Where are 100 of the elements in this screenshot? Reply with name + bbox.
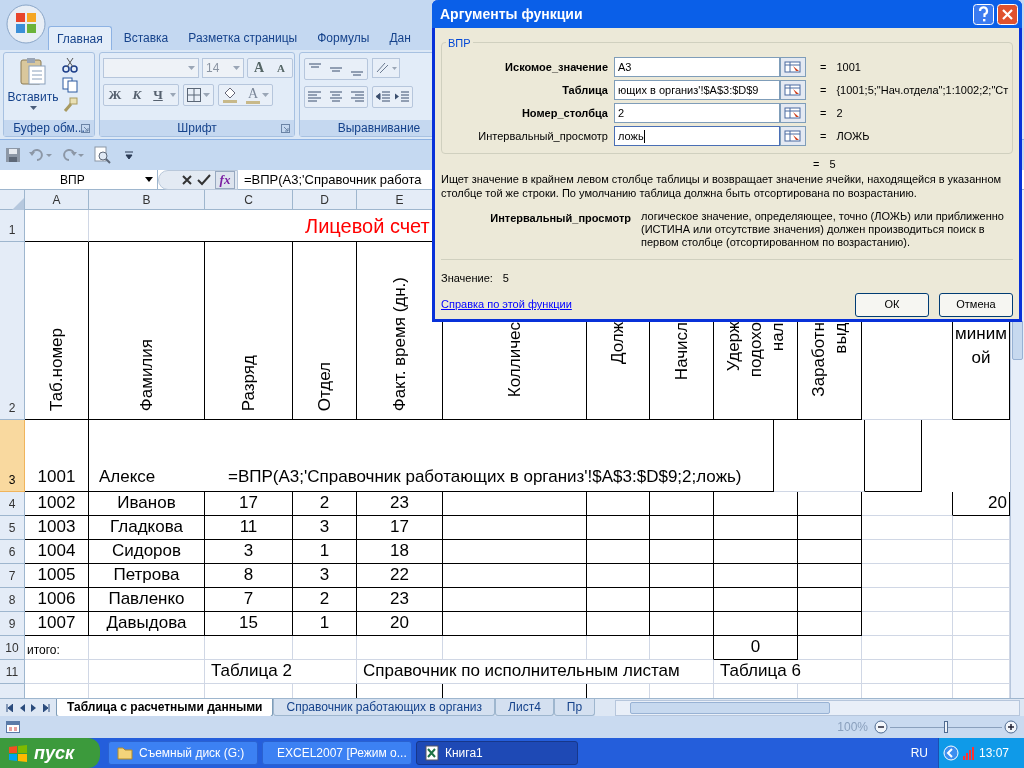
align-center-icon[interactable] <box>328 89 344 105</box>
start-button[interactable]: пуск <box>0 738 100 768</box>
input-field[interactable]: ложь <box>614 126 780 146</box>
row-header[interactable]: 11 <box>0 660 25 684</box>
column-heading: Долж <box>607 322 628 365</box>
argument-help-text: логическое значение, определяющее, точно (ЛОЖЬ) или приближенно (ИСТИНА или отсутствие значения) должен производиться поиск в первом столбце (отсортированном по возрастанию). <box>641 210 1005 249</box>
row-header[interactable]: 3 <box>0 420 25 492</box>
italic-button[interactable]: К <box>126 85 148 105</box>
range-select-icon[interactable] <box>780 57 806 77</box>
horizontal-scrollbar[interactable] <box>615 699 1020 716</box>
taskbar-item[interactable]: Книга1 <box>416 741 578 765</box>
row-header[interactable]: 9 <box>0 612 25 636</box>
ribbon-tab[interactable]: Главная <box>48 26 112 50</box>
insert-function-button[interactable]: fx <box>215 170 235 189</box>
input-field[interactable]: 2 <box>614 103 780 123</box>
grow-font-button[interactable]: A <box>248 59 270 77</box>
sheet-tab[interactable]: Лист4 <box>495 698 554 716</box>
paste-button[interactable]: Вставить <box>5 56 61 110</box>
show-hidden-icons-icon[interactable] <box>943 745 959 761</box>
range-select-icon[interactable] <box>780 126 806 146</box>
column-header[interactable]: A <box>25 190 89 210</box>
ribbon-tab[interactable]: Вставка <box>115 26 177 50</box>
print-preview-icon[interactable] <box>93 146 111 164</box>
column-heading: Фамилия <box>135 338 157 411</box>
cancel-button[interactable]: Отмена <box>939 292 1013 317</box>
increase-indent-icon[interactable] <box>394 89 410 105</box>
row-header[interactable]: 2 <box>0 242 25 420</box>
office-button[interactable] <box>6 4 46 44</box>
column-heading: Факт. время (дн.) <box>388 276 410 411</box>
input-field[interactable]: A3 <box>614 57 780 77</box>
scroll-thumb[interactable] <box>630 701 830 714</box>
save-icon[interactable] <box>5 147 21 163</box>
taskbar-item[interactable]: EXCEL2007 [Режим о... <box>262 741 412 765</box>
enter-check-icon[interactable] <box>197 173 211 186</box>
language-indicator[interactable]: RU <box>910 744 928 762</box>
scissors-icon[interactable] <box>62 57 78 73</box>
row-header[interactable]: 6 <box>0 540 25 564</box>
borders-button[interactable] <box>183 84 214 106</box>
redo-icon[interactable] <box>61 147 85 163</box>
first-sheet-icon[interactable] <box>6 703 13 712</box>
bold-button[interactable]: Ж <box>104 85 126 105</box>
zoom-out-icon[interactable] <box>874 720 888 734</box>
caret-icon[interactable] <box>168 93 178 97</box>
column-header[interactable]: C <box>205 190 293 210</box>
range-select-icon[interactable] <box>780 80 806 100</box>
input-field[interactable]: ющих в организ'!$A$3:$D$9 <box>614 80 780 100</box>
function-description: Ищет значение в крайнем левом столбце таблицы и возвращает значение ячейки, находящейся в указанном столбце той же строки. По умолчанию таблица должна быть отсортирована по возрастанию. <box>440 172 1003 200</box>
ribbon-tab[interactable]: Разметка страницы <box>180 26 306 50</box>
row-header[interactable]: 4 <box>0 492 25 516</box>
table-cell: 7 <box>205 588 293 612</box>
row-header[interactable]: 10 <box>0 636 25 660</box>
sheet-tab[interactable]: Таблица с расчетными данными <box>56 698 274 717</box>
customize-caret-icon[interactable] <box>125 151 133 159</box>
ok-button[interactable]: ОК <box>855 292 929 317</box>
text-orientation-icon[interactable] <box>372 58 400 78</box>
table-cell <box>293 636 357 660</box>
row-header[interactable]: 8 <box>0 588 25 612</box>
row-header[interactable]: 5 <box>0 516 25 540</box>
underline-button[interactable]: Ч <box>148 85 168 105</box>
align-right-icon[interactable] <box>349 89 365 105</box>
sheet-tab[interactable]: Пр <box>553 698 596 716</box>
scroll-thumb[interactable] <box>1012 320 1023 360</box>
table-cell: Павленко <box>89 588 205 612</box>
name-box[interactable]: ВПР <box>0 169 158 190</box>
row-header[interactable] <box>0 684 25 698</box>
row-header[interactable]: 7 <box>0 564 25 588</box>
slider-thumb[interactable] <box>944 721 948 733</box>
range-select-icon[interactable] <box>780 103 806 123</box>
table-cell: 2 <box>293 492 357 516</box>
paint-bucket-icon[interactable] <box>222 87 238 103</box>
help-link[interactable]: Справка по этой функции <box>441 296 572 313</box>
cancel-icon[interactable] <box>181 173 193 186</box>
zoom-in-icon[interactable] <box>1004 720 1018 734</box>
previous-sheet-icon[interactable] <box>19 703 25 712</box>
value-label: Значение: <box>441 271 493 286</box>
close-icon[interactable] <box>997 3 1018 25</box>
table-cell <box>798 612 862 636</box>
last-sheet-icon[interactable] <box>43 703 50 712</box>
column-header[interactable]: B <box>89 190 205 210</box>
table-cell: Петрова <box>89 564 205 588</box>
zoom-slider[interactable] <box>890 720 1002 734</box>
align-left-icon[interactable] <box>307 89 323 105</box>
dialog-launcher-icon[interactable] <box>281 123 290 133</box>
shrink-font-button[interactable]: A <box>270 59 292 77</box>
taskbar-item[interactable]: Съемный диск (G:) <box>108 741 258 765</box>
next-sheet-icon[interactable] <box>31 703 37 712</box>
brush-icon[interactable] <box>62 97 78 113</box>
decrease-indent-icon[interactable] <box>375 89 391 105</box>
ribbon-tab[interactable]: Формулы <box>309 26 378 50</box>
group-label: Шрифт <box>177 120 217 137</box>
table-cell <box>798 492 862 516</box>
sheet-tab[interactable]: Справочник работающих в организ <box>273 698 496 716</box>
row-header[interactable]: 1 <box>0 210 25 242</box>
help-icon[interactable] <box>973 3 994 25</box>
sheet-title: Лицевой счет <box>305 213 430 239</box>
font-name-field[interactable] <box>103 58 199 78</box>
undo-icon[interactable] <box>29 147 53 163</box>
copy-icon[interactable] <box>62 77 78 93</box>
ribbon-tab[interactable]: Дан <box>381 26 419 50</box>
column-header[interactable]: D <box>293 190 357 210</box>
